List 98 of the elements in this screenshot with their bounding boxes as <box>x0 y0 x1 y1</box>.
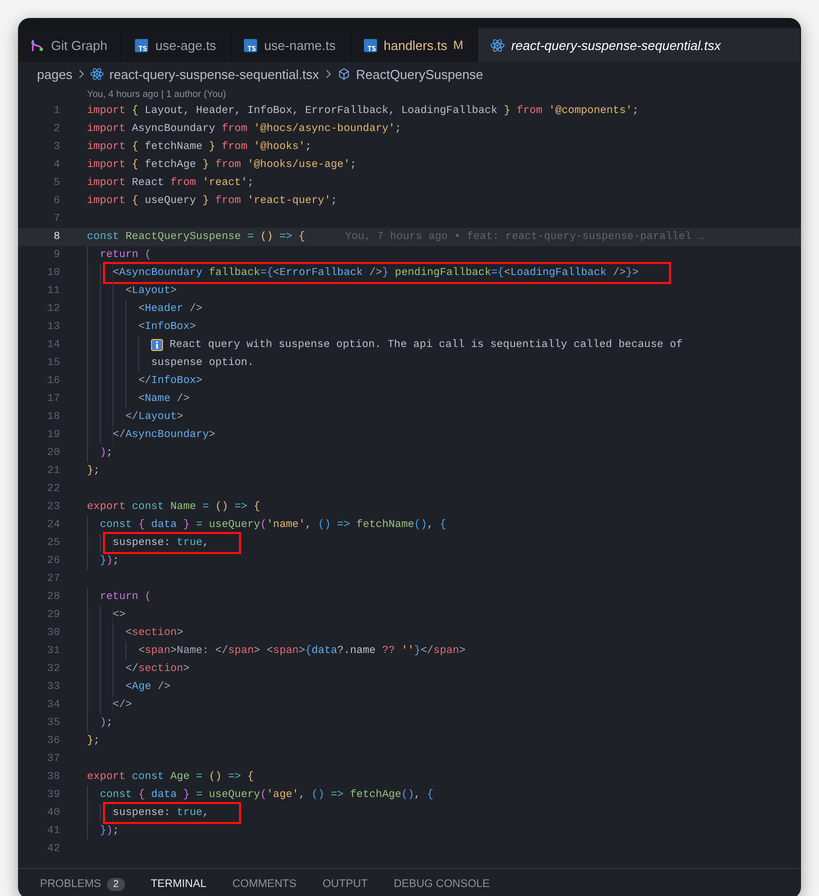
code-line: import { useQuery } from 'react-query'; <box>87 194 338 209</box>
code-line: <> <box>112 608 126 623</box>
code-line: </InfoBox> <box>138 374 202 389</box>
line-number: 26 <box>46 555 60 567</box>
typescript-file-icon <box>362 38 378 52</box>
code-line: </AsyncBoundary> <box>112 428 216 443</box>
code-line: return ( <box>100 590 152 605</box>
line-number: 40 <box>46 807 60 819</box>
line-number: 3 <box>52 141 60 153</box>
panel-tab[interactable]: DEBUG CONSOLE <box>394 878 490 890</box>
symbol-cube-icon <box>336 67 351 81</box>
line-number: 13 <box>46 321 60 333</box>
code-line: suspense option. <box>151 356 254 371</box>
blame-annotation: You, 7 hours ago • feat: react-query-suspense-parallel … <box>345 231 704 243</box>
line-number: 36 <box>46 735 60 747</box>
code-line: <span>Name: </span> <span>{data?.name ?? ''}</span> <box>138 644 466 659</box>
problem-count-badge: 2 <box>107 878 125 890</box>
line-number: 21 <box>46 465 60 477</box>
line-number: 30 <box>46 627 60 639</box>
line-number: 42 <box>46 843 60 855</box>
react-atom-icon <box>90 67 104 81</box>
code-line: <Layout> <box>125 284 177 299</box>
code-line: </> <box>112 698 132 713</box>
info-icon <box>151 339 164 351</box>
code-line: export const Name = () => { <box>87 500 260 515</box>
line-number: 2 <box>52 123 60 135</box>
code-line: ); <box>100 716 113 731</box>
code-lens-author[interactable]: You, 4 hours ago | 1 author (You) <box>87 88 226 100</box>
line-number: 27 <box>46 573 60 585</box>
line-number: 38 <box>46 771 60 783</box>
code-line: export const Age = () => { <box>87 770 254 785</box>
line-number: 5 <box>52 177 60 189</box>
code-line: const ReactQuerySuspense = () => { <box>87 230 306 245</box>
line-number: 12 <box>46 303 60 315</box>
chevron-right-icon <box>78 69 84 79</box>
code-line: <Age /> <box>125 680 170 695</box>
line-number: 24 <box>46 519 60 531</box>
line-number: 14 <box>46 339 60 351</box>
panel-tab[interactable]: OUTPUT <box>322 878 368 890</box>
line-number: 31 <box>46 645 60 657</box>
code-line: const { data } = useQuery('age', () => fetchAge(), { <box>100 788 434 803</box>
code-line: }); <box>100 824 120 839</box>
panel-tab[interactable]: COMMENTS <box>232 878 296 890</box>
code-line: </section> <box>125 662 190 677</box>
line-number: 32 <box>46 663 60 675</box>
panel-tab[interactable]: TERMINAL <box>150 878 206 890</box>
react-atom-icon <box>490 38 506 52</box>
line-number: 35 <box>46 717 60 729</box>
line-number: 15 <box>46 357 60 369</box>
code-line: import { Layout, Header, InfoBox, ErrorFallback, LoadingFallback } from '@components'; <box>87 104 639 119</box>
line-number: 20 <box>46 447 60 459</box>
line-number: 25 <box>46 537 60 549</box>
line-number: 33 <box>46 681 60 693</box>
code-line: }; <box>87 734 100 749</box>
line-number: 18 <box>46 411 60 423</box>
breadcrumb-item[interactable]: react-query-suspense-sequential.tsx <box>90 66 319 82</box>
line-number: 1 <box>52 105 60 117</box>
code-line: import AsyncBoundary from '@hocs/async-boundary'; <box>87 122 402 137</box>
editor-tab[interactable]: react-query-suspense-sequential.tsx <box>478 28 801 62</box>
code-line: const { data } = useQuery('name', () => fetchName(), { <box>100 518 446 533</box>
code-line: <Header /> <box>138 302 202 317</box>
code-line: }; <box>87 464 100 479</box>
line-number: 29 <box>46 609 60 621</box>
typescript-file-icon <box>134 38 150 52</box>
line-number: 41 <box>46 825 60 837</box>
line-number: 34 <box>46 699 60 711</box>
line-number: 19 <box>46 429 60 441</box>
line-number: 17 <box>46 393 60 405</box>
line-number: 10 <box>46 267 60 279</box>
line-number: 9 <box>52 249 60 261</box>
code-line: <section> <box>125 626 184 641</box>
line-number: 39 <box>46 789 60 801</box>
line-number: 22 <box>46 483 60 495</box>
line-number: 4 <box>52 159 60 171</box>
code-line: import { fetchAge } from '@hooks/use-age'; <box>87 158 356 173</box>
line-number: 11 <box>46 285 60 297</box>
line-number: 8 <box>52 231 60 243</box>
code-line: return ( <box>100 248 152 263</box>
line-number: 6 <box>52 195 60 207</box>
breadcrumb-item[interactable]: ReactQuerySuspense <box>336 66 484 82</box>
code-line: import { fetchName } from '@hooks'; <box>87 140 312 155</box>
code-line: <InfoBox> <box>138 320 196 335</box>
line-number: 7 <box>52 213 60 225</box>
code-line: </Layout> <box>125 410 184 425</box>
line-number: 16 <box>46 375 60 387</box>
code-line: import React from 'react'; <box>87 176 254 191</box>
line-number: 23 <box>46 501 60 513</box>
breadcrumb-item[interactable]: pages <box>37 66 72 82</box>
code-line: React query with suspense option. The api call is sequentially called because of <box>151 336 683 354</box>
chevron-right-icon <box>324 69 331 79</box>
typescript-file-icon <box>243 38 258 52</box>
panel-tab[interactable]: PROBLEMS 2 <box>40 878 125 890</box>
code-line: ); <box>100 446 113 461</box>
line-number: 37 <box>46 753 60 765</box>
code-line: <Name /> <box>138 392 190 407</box>
git-graph-icon <box>30 38 45 52</box>
line-number: 28 <box>46 591 60 603</box>
code-line: }); <box>100 554 120 569</box>
